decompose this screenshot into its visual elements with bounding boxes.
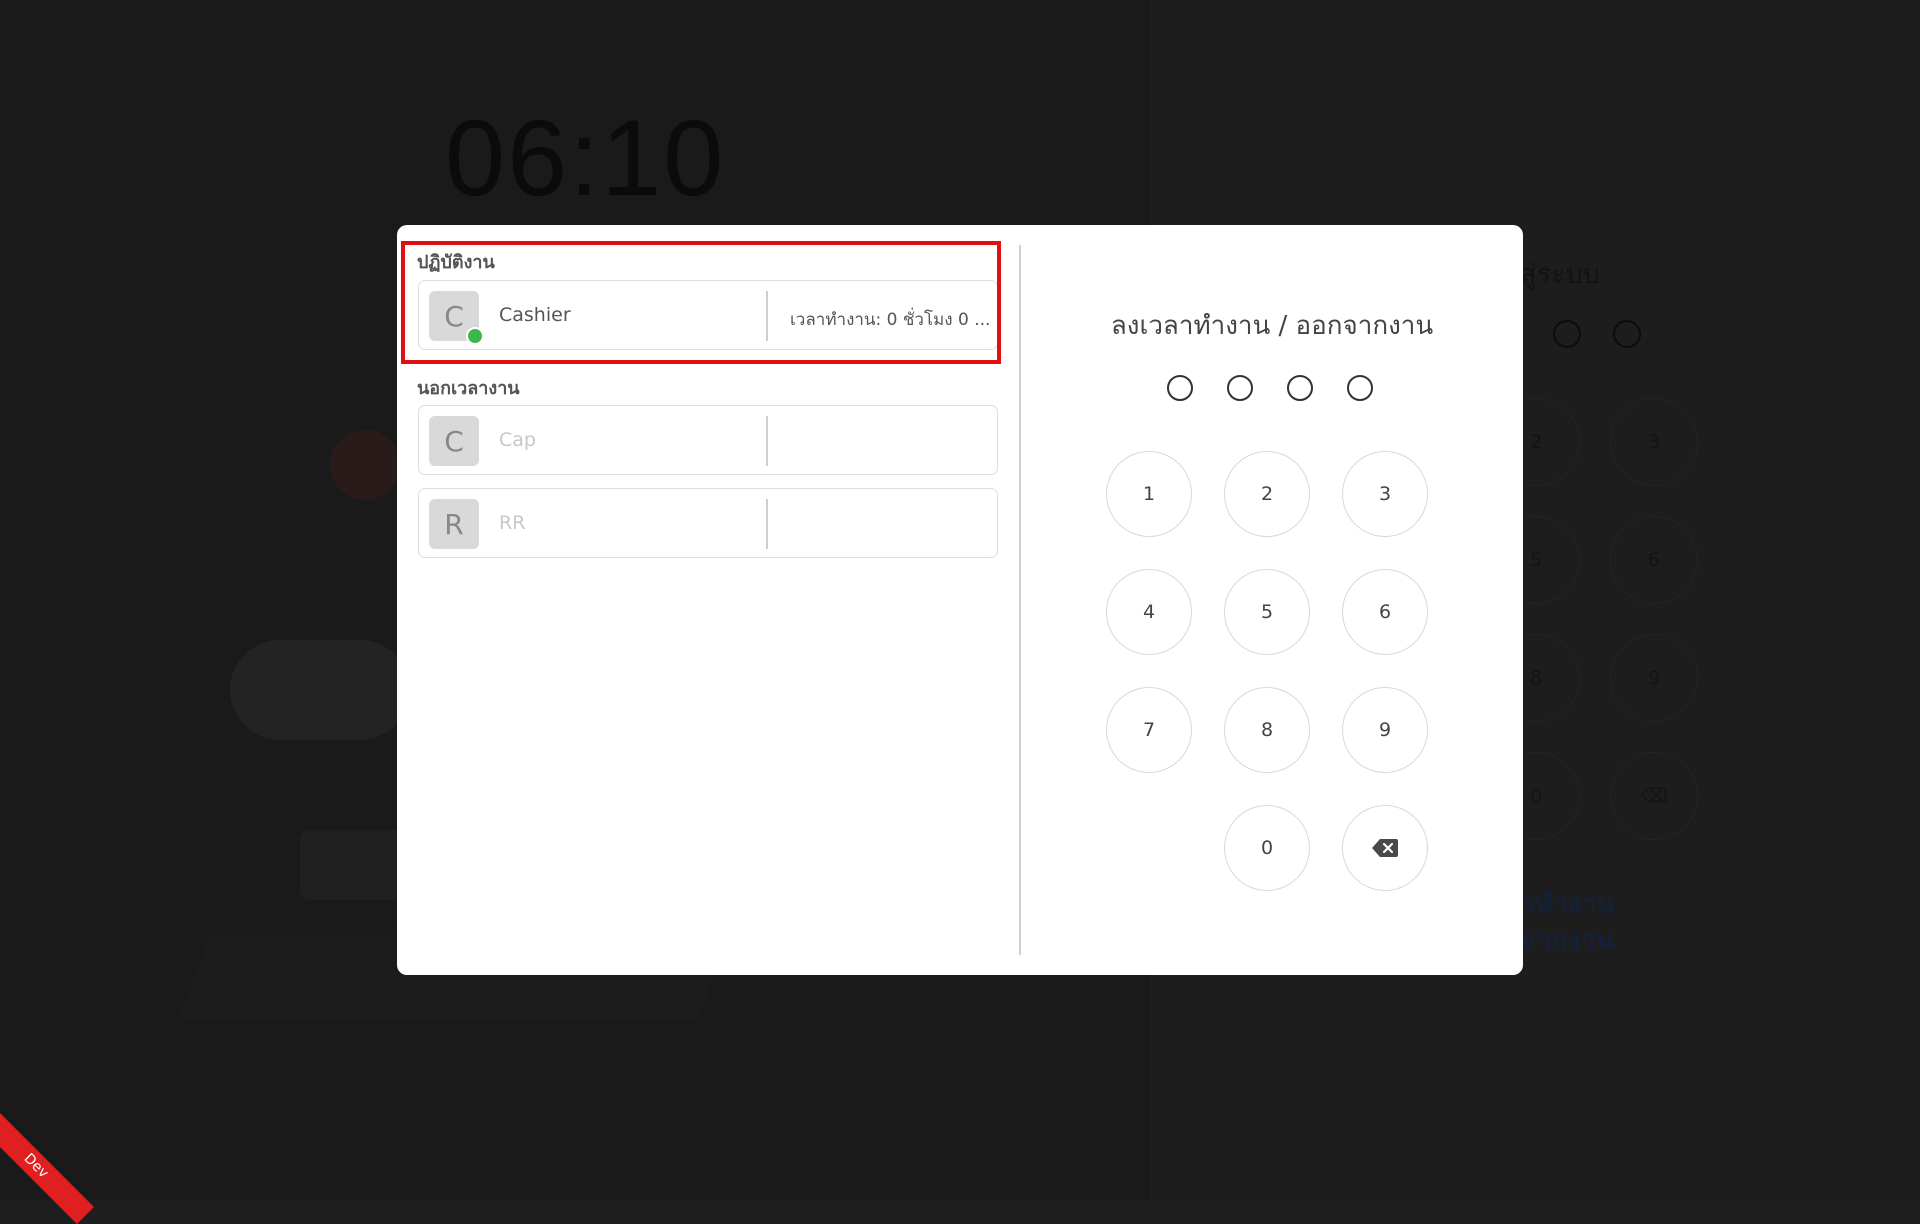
background-food-image	[330, 430, 400, 500]
key-0[interactable]: 0	[1224, 805, 1310, 891]
background-key: 6	[1610, 516, 1698, 604]
avatar: C	[429, 416, 479, 466]
background-food-image	[230, 640, 410, 740]
staff-name: Cap	[499, 429, 536, 451]
selection-highlight	[401, 241, 1001, 364]
background-login-title: สู่ระบบ	[1520, 259, 1600, 290]
avatar: R	[429, 499, 479, 549]
key-1[interactable]: 1	[1106, 451, 1192, 537]
key-6[interactable]: 6	[1342, 569, 1428, 655]
key-5[interactable]: 5	[1224, 569, 1310, 655]
background-clock-out-link: จากงาน	[1520, 925, 1615, 956]
backspace-button[interactable]	[1342, 805, 1428, 891]
staff-list-pane: ปฏิบัติงาน C Cashier เวลาทำงาน: 0 ชั่วโม…	[397, 225, 1020, 975]
key-4[interactable]: 4	[1106, 569, 1192, 655]
background-pin-dot	[1613, 320, 1641, 348]
staff-row-cap[interactable]: C Cap	[418, 405, 998, 475]
background-key: 3	[1610, 398, 1698, 486]
row-divider	[766, 416, 768, 466]
backspace-icon	[1372, 839, 1398, 857]
key-8[interactable]: 8	[1224, 687, 1310, 773]
key-3[interactable]: 3	[1342, 451, 1428, 537]
background-backspace-icon: ⌫	[1610, 752, 1698, 840]
row-divider	[766, 499, 768, 549]
background-pin-dot	[1553, 320, 1581, 348]
staff-row-rr[interactable]: R RR	[418, 488, 998, 558]
pin-dot	[1287, 375, 1313, 401]
key-2[interactable]: 2	[1224, 451, 1310, 537]
background-clock: 06:10	[445, 97, 726, 218]
key-9[interactable]: 9	[1342, 687, 1428, 773]
key-7[interactable]: 7	[1106, 687, 1192, 773]
pin-dot	[1227, 375, 1253, 401]
background-key: 9	[1610, 634, 1698, 722]
off-duty-label: นอกเวลางาน	[417, 378, 520, 399]
pin-title: ลงเวลาทำงาน / ออกจากงาน	[1110, 311, 1434, 341]
pin-dot	[1347, 375, 1373, 401]
pin-pad-pane: ลงเวลาทำงาน / ออกจากงาน 1 2 3 4 5 6 7 8 …	[1021, 225, 1523, 975]
staff-name: RR	[499, 512, 526, 534]
pin-dot	[1167, 375, 1193, 401]
clock-in-modal: ปฏิบัติงาน C Cashier เวลาทำงาน: 0 ชั่วโม…	[397, 225, 1523, 975]
